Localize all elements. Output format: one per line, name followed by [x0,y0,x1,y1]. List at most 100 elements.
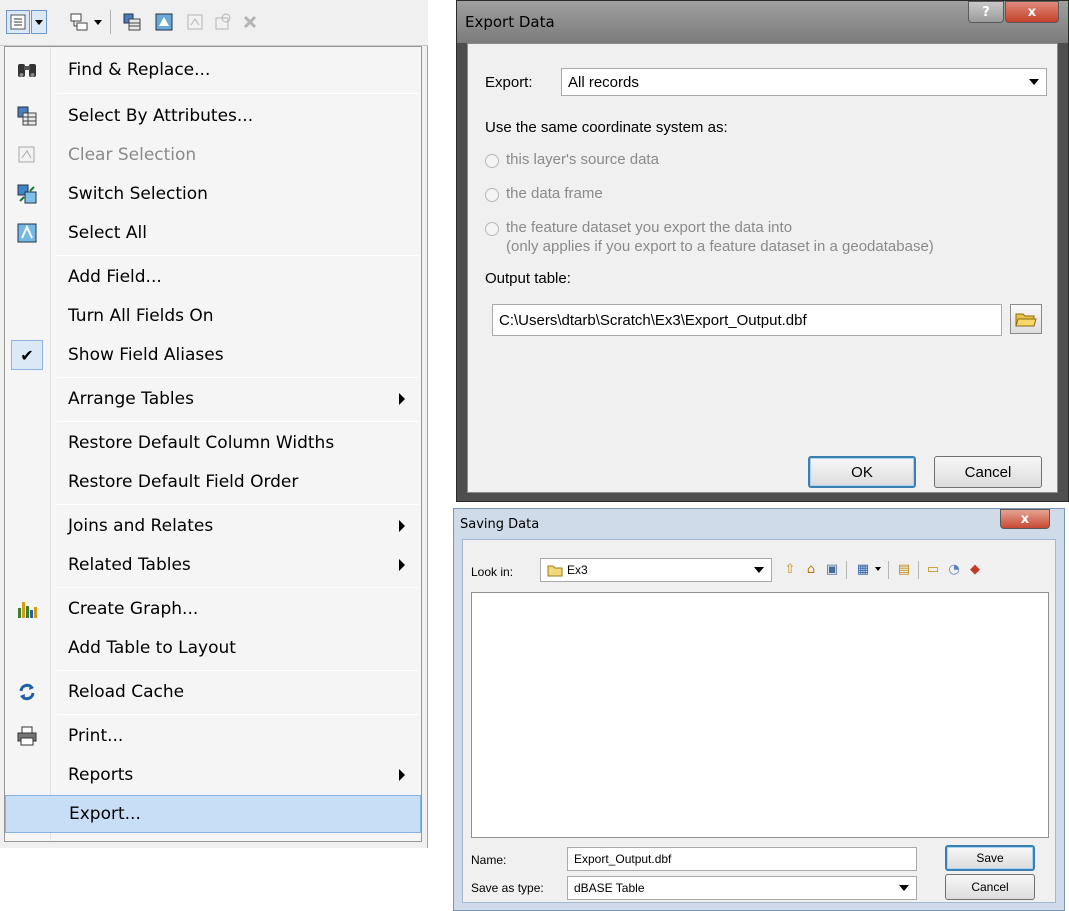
radio-feature-dataset[interactable] [485,222,499,236]
menu-item-show-field-aliases[interactable]: ✔ Show Field Aliases [5,336,421,374]
save-as-type-select[interactable]: dBASE Table [567,876,917,900]
menu-item-label: Print... [68,726,124,746]
ok-button[interactable]: OK [808,456,916,488]
zoom-to-selected-toolbar-button[interactable] [212,10,234,34]
delete-icon [243,15,257,29]
menu-item-label: Reports [68,765,134,785]
toolbox-button[interactable]: ◆ [967,561,983,577]
menu-item-arrange-tables[interactable]: Arrange Tables [5,380,421,418]
view-options-dropdown[interactable] [873,561,883,577]
menu-item-print[interactable]: Print... [5,717,421,755]
menu-item-find-replace[interactable]: Find & Replace... [5,51,421,89]
select-all-icon [15,221,39,245]
close-button[interactable]: x [1005,1,1059,23]
saving-data-dialog: Saving Data x Look in: Ex3 ⇧ ⌂ ▣ ▦ ▤ ▭ ◔… [453,508,1065,911]
table-options-button[interactable] [6,10,30,34]
radio-source-data[interactable] [485,154,499,168]
zoom-to-selected-icon [215,13,231,30]
table-options-dropdown[interactable] [31,10,47,34]
connect-folder-icon: ▣ [825,561,839,577]
menu-item-label: Find & Replace... [68,60,211,80]
menu-item-label: Related Tables [68,555,191,575]
file-list[interactable] [471,592,1049,838]
related-tables-dropdown[interactable] [92,10,104,34]
up-one-level-button[interactable]: ⇧ [782,561,798,577]
menu-item-reports[interactable]: Reports [5,756,421,794]
menu-separator [57,377,419,378]
option-data-frame-label: the data frame [506,185,603,202]
help-button[interactable]: ? [968,1,1004,23]
toolbox-icon: ◆ [970,561,980,577]
menu-item-reload-cache[interactable]: Reload Cache [5,673,421,711]
connect-folder-button[interactable]: ▣ [824,561,840,577]
catalog-button[interactable]: ◔ [946,561,962,577]
related-tables-button[interactable] [68,10,90,34]
menu-item-joins-relates[interactable]: Joins and Relates [5,507,421,545]
details-view-icon: ▦ [856,561,870,577]
name-input[interactable]: Export_Output.dbf [567,847,917,871]
menu-item-restore-column-widths[interactable]: Restore Default Column Widths [5,424,421,462]
close-button[interactable]: x [1000,509,1050,529]
menu-item-label: Add Table to Layout [68,638,236,658]
save-as-type-label: Save as type: [471,881,544,895]
menu-separator [57,93,419,94]
chevron-down-icon [35,19,43,25]
radio-data-frame[interactable] [485,188,499,202]
look-in-value: Ex3 [567,563,588,577]
menu-item-restore-field-order[interactable]: Restore Default Field Order [5,463,421,501]
menu-item-related-tables[interactable]: Related Tables [5,546,421,584]
cancel-button[interactable]: Cancel [934,456,1042,488]
printer-icon [15,724,39,748]
look-in-select[interactable]: Ex3 [540,558,772,582]
menu-item-export[interactable]: Export... [5,795,421,833]
ok-button-label: OK [851,463,873,481]
table-options-menu: Find & Replace... Select By Attributes..… [4,46,422,842]
select-by-attributes-icon [15,104,39,128]
menu-item-label: Switch Selection [68,184,208,204]
switch-selection-toolbar-button[interactable] [152,10,176,34]
menu-item-select-by-attributes[interactable]: Select By Attributes... [5,97,421,135]
menu-item-label: Show Field Aliases [68,345,224,365]
switch-selection-icon [15,182,39,206]
menu-item-label: Create Graph... [68,599,199,619]
save-button[interactable]: Save [945,845,1035,871]
switch-selection-icon [155,13,173,31]
clear-selection-toolbar-button[interactable] [184,10,206,34]
cancel-button[interactable]: Cancel [945,874,1035,900]
option-feature-dataset-label: the feature dataset you export the data … [506,219,793,236]
menu-item-add-field[interactable]: Add Field... [5,258,421,296]
menu-item-label: Restore Default Field Order [68,472,299,492]
chevron-down-icon [94,19,102,25]
menu-item-create-graph[interactable]: Create Graph... [5,590,421,628]
new-folder-button[interactable]: ▤ [896,561,912,577]
menu-item-clear-selection[interactable]: Clear Selection [5,136,421,174]
select-by-attributes-toolbar-button[interactable] [120,10,144,34]
open-folder-button[interactable]: ▭ [925,561,941,577]
option-feature-dataset-note: (only applies if you export to a feature… [506,238,934,255]
menu-item-select-all[interactable]: Select All [5,214,421,252]
chevron-down-icon [875,567,881,571]
name-label: Name: [471,853,507,867]
menu-item-turn-all-fields-on[interactable]: Turn All Fields On [5,297,421,335]
home-button[interactable]: ⌂ [803,561,819,577]
menu-item-add-table-to-layout[interactable]: Add Table to Layout [5,629,421,667]
output-table-input[interactable]: C:\Users\dtarb\Scratch\Ex3\Export_Output… [492,304,1002,336]
view-options-button[interactable]: ▦ [855,561,871,577]
export-scope-select[interactable]: All records [561,68,1047,96]
browse-button[interactable] [1010,304,1042,334]
submenu-arrow-icon [399,559,405,571]
menu-item-label: Export... [69,804,141,824]
menu-item-label: Restore Default Column Widths [68,433,335,453]
menu-separator [57,587,419,588]
menu-separator [57,255,419,256]
menu-item-label: Reload Cache [68,682,185,702]
name-value: Export_Output.dbf [574,852,672,866]
delete-selected-toolbar-button[interactable] [240,10,260,34]
submenu-arrow-icon [399,769,405,781]
clear-selection-icon [15,143,39,167]
submenu-arrow-icon [399,393,405,405]
save-as-type-value: dBASE Table [574,881,645,895]
new-folder-icon: ▤ [897,561,911,577]
menu-item-label: Turn All Fields On [68,306,214,326]
menu-item-switch-selection[interactable]: Switch Selection [5,175,421,213]
